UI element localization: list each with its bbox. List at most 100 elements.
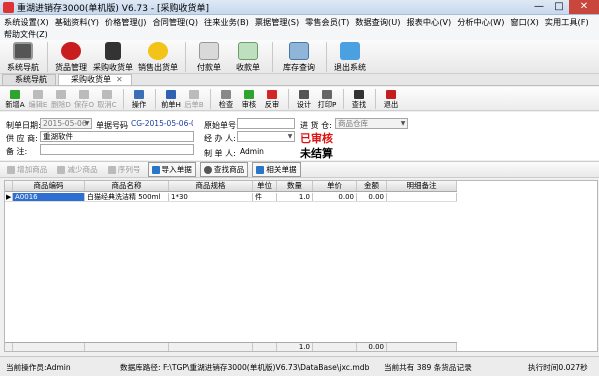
- remove-goods-button[interactable]: 减少商品: [54, 163, 100, 176]
- operate-button[interactable]: 操作: [128, 88, 150, 110]
- edit-button[interactable]: 编辑E: [27, 88, 49, 110]
- handler-label: 经 办 人:: [204, 134, 236, 143]
- menu-analysis[interactable]: 分析中心(W): [457, 16, 504, 28]
- footer-qty-total: 1.0: [277, 343, 313, 351]
- table-row[interactable]: ▶ A0016 白猫经典洗洁精 500ml 1*30 件 1.0 0.00 0.…: [5, 193, 457, 202]
- navigation-icon: [13, 42, 33, 60]
- save-label: 保存O: [73, 99, 95, 109]
- header-price[interactable]: 单价: [313, 181, 357, 191]
- system-nav-button[interactable]: 系统导航: [4, 40, 42, 73]
- import-bill-button[interactable]: 导入单据: [147, 162, 196, 177]
- purchase-bill-button[interactable]: 采购收货单: [91, 40, 135, 73]
- payment-icon: [199, 42, 219, 60]
- footer-amount-total: 0.00: [357, 343, 387, 351]
- add-goods-label: 增加商品: [17, 165, 48, 174]
- header-unit[interactable]: 单位: [253, 181, 277, 191]
- menu-window[interactable]: 窗口(X): [510, 16, 538, 28]
- tab-system-nav[interactable]: 系统导航: [2, 74, 56, 85]
- header-note[interactable]: 明细备注: [387, 181, 457, 191]
- menu-contract[interactable]: 合同管理(Q): [152, 16, 198, 28]
- billno-field[interactable]: CG-2015-05-06-0001: [128, 118, 194, 129]
- date-field[interactable]: 2015-05-06 ▼: [40, 118, 92, 129]
- cancel-button[interactable]: 取消C: [96, 88, 118, 110]
- chevron-down-icon: ▼: [287, 133, 293, 140]
- arrow-right-icon: [189, 89, 199, 99]
- status-exec-time: 执行时间0.027秒: [528, 363, 588, 372]
- search-button[interactable]: 查找: [348, 88, 370, 110]
- stock-query-button[interactable]: 库存查询: [277, 40, 321, 73]
- related-bills-button[interactable]: 相关单据: [252, 162, 301, 177]
- receipt-button[interactable]: 收款单: [229, 40, 267, 73]
- stock-query-label: 库存查询: [283, 63, 315, 72]
- coin-icon: [148, 42, 168, 60]
- cell-amount[interactable]: 0.00: [357, 193, 387, 201]
- find-goods-label: 查找商品: [213, 165, 245, 174]
- handler-select[interactable]: ▼: [237, 131, 295, 142]
- print-button[interactable]: 打印P: [316, 88, 338, 110]
- minimize-button[interactable]: —: [529, 0, 549, 14]
- find-goods-button[interactable]: 查找商品: [199, 162, 249, 177]
- remark-field[interactable]: [40, 144, 194, 155]
- menu-reports[interactable]: 报表中心(V): [406, 16, 451, 28]
- cell-name[interactable]: 白猫经典洗洁精 500ml: [85, 193, 169, 201]
- tab-system-nav-label: 系统导航: [15, 75, 47, 84]
- menu-tools[interactable]: 实用工具(F): [545, 16, 589, 28]
- purchase-bill-label: 采购收货单: [93, 63, 133, 72]
- header-name[interactable]: 商品名称: [85, 181, 169, 191]
- maximize-button[interactable]: □: [549, 0, 569, 14]
- arrow-left-icon: [166, 89, 176, 99]
- menu-basic[interactable]: 基础资料(Y): [55, 16, 99, 28]
- delete-button[interactable]: 删除D: [50, 88, 72, 110]
- add-button[interactable]: 新增A: [4, 88, 26, 110]
- cell-unit[interactable]: 件: [253, 193, 277, 201]
- menu-business[interactable]: 往来业务(B): [204, 16, 249, 28]
- binoculars-icon: [354, 89, 364, 99]
- header-spec[interactable]: 商品规格: [169, 181, 253, 191]
- cell-price[interactable]: 0.00: [313, 193, 357, 201]
- tab-purchase-bill[interactable]: 采购收货单 ✕: [58, 74, 132, 85]
- tab-purchase-bill-label: 采购收货单: [71, 75, 111, 84]
- design-button[interactable]: 设计: [293, 88, 315, 110]
- header-code[interactable]: 商品编码: [13, 181, 85, 191]
- menu-retail[interactable]: 零售会员(T): [305, 16, 349, 28]
- menu-price[interactable]: 价格管理(J): [105, 16, 147, 28]
- next-bill-button[interactable]: 后单B: [183, 88, 205, 110]
- prev-bill-button[interactable]: 前单H: [160, 88, 182, 110]
- receipt-label: 收款单: [236, 63, 260, 72]
- footer-spacer: [253, 343, 277, 351]
- menu-help[interactable]: 帮助文件(Z): [0, 29, 599, 40]
- audit-label: 审核: [241, 99, 257, 109]
- divider: [343, 88, 344, 109]
- header-qty[interactable]: 数量: [277, 181, 313, 191]
- goods-button[interactable]: 货品管理: [52, 40, 90, 73]
- cell-note[interactable]: [387, 193, 457, 201]
- menu-bar: 系统设置(X) 基础资料(Y) 价格管理(J) 合同管理(Q) 往来业务(B) …: [0, 15, 599, 29]
- warehouse-select[interactable]: 商品仓库 ▼: [335, 118, 408, 129]
- exit-system-button[interactable]: 退出系统: [331, 40, 369, 73]
- bill-header-form: 制单日期: 2015-05-06▼ 单据号码: CG-2015-05-06-00…: [0, 112, 599, 160]
- close-button[interactable]: ✕: [569, 0, 599, 14]
- sales-bill-button[interactable]: 销售出货单: [136, 40, 180, 73]
- cell-code[interactable]: A0016: [13, 193, 85, 201]
- check-button[interactable]: 检查: [215, 88, 237, 110]
- menu-system[interactable]: 系统设置(X): [4, 16, 49, 28]
- supplier-label: 供 应 商:: [6, 134, 38, 143]
- exit-button[interactable]: 退出: [380, 88, 402, 110]
- tab-close-icon[interactable]: ✕: [116, 75, 123, 84]
- save-button[interactable]: 保存O: [73, 88, 95, 110]
- audit-button[interactable]: 审核: [238, 88, 260, 110]
- header-amount[interactable]: 金额: [357, 181, 387, 191]
- cell-spec[interactable]: 1*30: [169, 193, 253, 201]
- serial-number-button[interactable]: 序列号: [105, 163, 144, 176]
- cell-qty[interactable]: 1.0: [277, 193, 313, 201]
- unaudit-button[interactable]: 反审: [261, 88, 283, 110]
- origno-field[interactable]: [237, 118, 295, 129]
- search-label: 查找: [351, 99, 367, 109]
- menu-query[interactable]: 数据查询(U): [355, 16, 400, 28]
- payment-button[interactable]: 付款单: [190, 40, 228, 73]
- supplier-field[interactable]: 重湖软件: [40, 131, 194, 142]
- header-marker: [5, 181, 13, 191]
- goods-grid[interactable]: 商品编码 商品名称 商品规格 单位 数量 单价 金额 明细备注 ▶ A0016 …: [4, 180, 598, 352]
- menu-bills[interactable]: 票据管理(S): [255, 16, 299, 28]
- add-goods-button[interactable]: 增加商品: [4, 163, 50, 176]
